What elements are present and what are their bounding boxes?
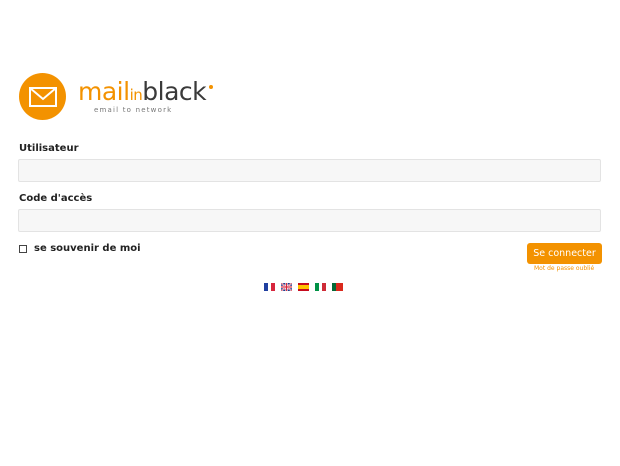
flag-spain-icon[interactable]: [298, 283, 309, 291]
remember-me[interactable]: se souvenir de moi: [19, 243, 141, 254]
flag-uk-icon[interactable]: [281, 283, 292, 291]
language-selector: [264, 283, 343, 291]
logo-wordmark: mailinblack email to network: [78, 77, 214, 114]
remember-checkbox[interactable]: [19, 244, 27, 253]
envelope-icon: [28, 86, 57, 107]
logo-word-black: black: [142, 77, 207, 106]
flag-italy-icon[interactable]: [315, 283, 326, 291]
username-input[interactable]: [18, 159, 601, 182]
brand-logo: mailinblack email to network: [19, 73, 214, 120]
username-label: Utilisateur: [19, 143, 79, 154]
password-input[interactable]: [18, 209, 601, 232]
login-button[interactable]: Se connecter: [527, 243, 602, 264]
flag-portugal-icon[interactable]: [332, 283, 343, 291]
remember-label: se souvenir de moi: [34, 243, 141, 254]
logo-dot: [209, 85, 214, 89]
forgot-password-link[interactable]: Mot de passe oublié: [534, 265, 594, 272]
logo-word-in: in: [129, 86, 143, 104]
logo-word-mail: mail: [78, 77, 130, 106]
logo-badge: [19, 73, 66, 120]
flag-france-icon[interactable]: [264, 283, 275, 291]
password-label: Code d'accès: [19, 193, 93, 204]
logo-tagline: email to network: [94, 106, 173, 114]
